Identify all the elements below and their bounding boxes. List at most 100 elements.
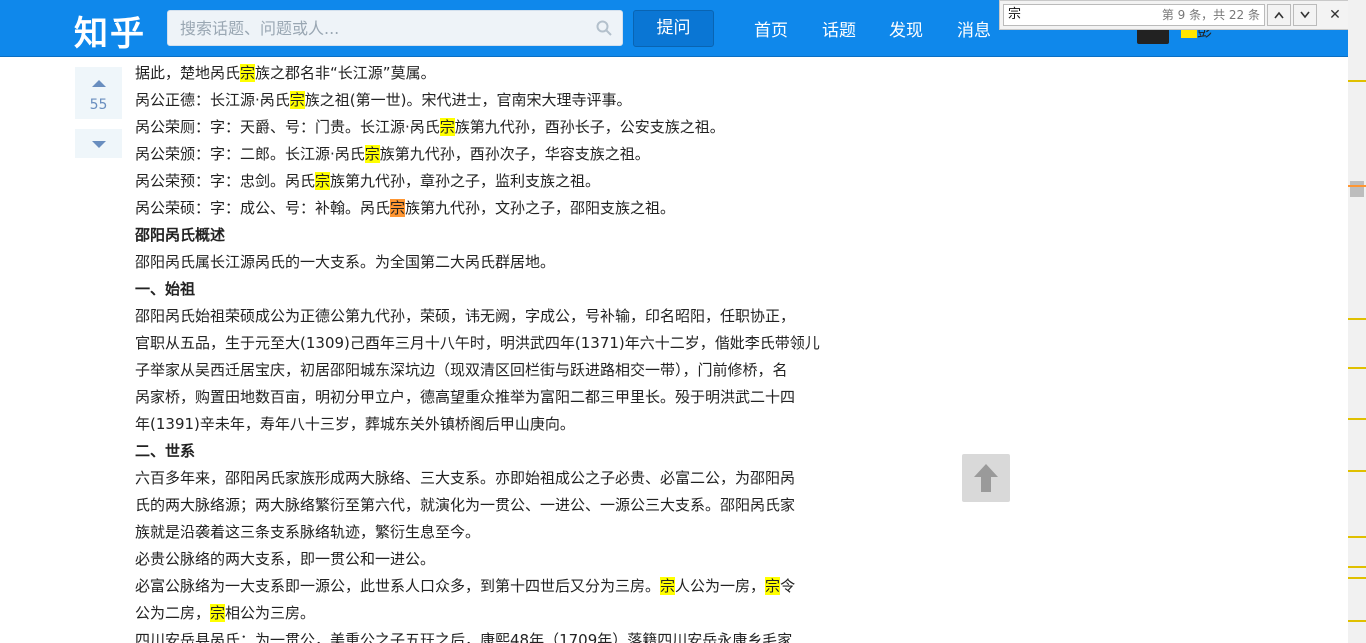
find-marker	[1348, 470, 1366, 472]
arrow-up-icon	[92, 80, 106, 87]
find-marker	[1348, 318, 1366, 320]
find-highlight: 宗	[315, 172, 331, 190]
text-span: 邵阳呙氏始祖荣硕成公为正德公第九代孙，荣硕，讳无阙，字成公，号补输，印名昭阳，任…	[135, 307, 796, 325]
chevron-up-icon	[1274, 11, 1284, 19]
text-span: 相公为三房。	[225, 604, 316, 622]
find-highlight-current: 宗	[390, 199, 406, 217]
text-span: 一、始祖	[135, 280, 196, 298]
text-span: 族第九代孙，章孙之子，监利支族之祖。	[330, 172, 601, 190]
scrollbar-thumb[interactable]	[1350, 181, 1364, 197]
text-span: 族之郡名非“长江源”莫属。	[255, 64, 436, 82]
find-marker-current	[1348, 185, 1366, 187]
text-span: 呙公荣厕：字：天爵、号：门贵。长江源·呙氏	[135, 118, 440, 136]
find-marker	[1348, 367, 1366, 369]
text-span: 必贵公脉络的两大支系，即一贯公和一进公。	[135, 550, 436, 568]
page-scrollbar[interactable]	[1348, 0, 1366, 643]
nav-explore[interactable]: 发现	[889, 16, 923, 41]
find-highlight: 宗	[240, 64, 256, 82]
text-span: 氏的两大脉络源；两大脉络繁衍至第六代，就演化为一贯公、一进公、一源公三大支系。邵…	[135, 496, 796, 514]
text-span: 令	[780, 577, 796, 595]
arrow-down-icon	[92, 141, 106, 148]
content-line: 氏的两大脉络源；两大脉络繁衍至第六代，就演化为一贯公、一进公、一源公三大支系。邵…	[135, 492, 875, 519]
vote-count: 55	[89, 97, 108, 113]
content-line: 邵阳呙氏属长江源呙氏的一大支系。为全国第二大呙氏群居地。	[135, 249, 875, 276]
find-highlight: 宗	[439, 118, 455, 136]
text-span: 子举家从吴西迁居宝庆，初居邵阳城东深坑边（现双清区回栏街与跃进路相交一带），门前…	[135, 361, 788, 379]
content-line: 呙公荣硕：字：成公、号：补翰。呙氏宗族第九代孙，文孙之子，邵阳支族之祖。	[135, 195, 875, 222]
content-line: 呙家桥，购置田地数百亩，明初分甲立户，德高望重众推举为富阳二都三甲里长。殁于明洪…	[135, 384, 875, 411]
find-next-button[interactable]	[1293, 4, 1317, 26]
find-highlight: 宗	[364, 145, 380, 163]
content-line: 官职从五品，生于元至大(1309)己酉年三月十八午时，明洪武四年(1371)年六…	[135, 330, 875, 357]
find-match-count: 第 9 条，共 22 条	[1161, 8, 1260, 22]
section-heading: 二、世系	[135, 438, 875, 465]
text-span: 呙公荣颁：字：二郎。长江源·呙氏	[135, 145, 365, 163]
find-highlight: 宗	[765, 577, 781, 595]
find-previous-button[interactable]	[1267, 4, 1291, 26]
find-marker	[1348, 566, 1366, 568]
downvote-button[interactable]	[75, 129, 122, 158]
content-line: 呙公荣厕：字：天爵、号：门贵。长江源·呙氏宗族第九代孙，酉孙长子，公安支族之祖。	[135, 114, 875, 141]
nav-topics[interactable]: 话题	[822, 16, 856, 41]
text-span: 二、世系	[135, 442, 196, 460]
search-input[interactable]	[168, 11, 612, 45]
content-line: 六百多年来，邵阳呙氏家族形成两大脉络、三大支系。亦即始祖成公之子必贵、必富二公，…	[135, 465, 875, 492]
text-span: 据此，楚地呙氏	[135, 64, 241, 82]
find-query: 宗	[1008, 7, 1022, 22]
content-line: 邵阳呙氏始祖荣硕成公为正德公第九代孙，荣硕，讳无阙，字成公，号补输，印名昭阳，任…	[135, 303, 875, 330]
text-span: 官职从五品，生于元至大(1309)己酉年三月十八午时，明洪武四年(1371)年六…	[135, 334, 820, 352]
section-heading: 一、始祖	[135, 276, 875, 303]
content-line: 呙公荣颁：字：二郎。长江源·呙氏宗族第九代孙，酉孙次子，华容支族之祖。	[135, 141, 875, 168]
text-span: 六百多年来，邵阳呙氏家族形成两大脉络、三大支系。亦即始祖成公之子必贵、必富二公，…	[135, 469, 796, 487]
find-close-button[interactable]: ✕	[1326, 5, 1344, 25]
content-line: 必富公脉络为一大支系即一源公，此世系人口众多，到第十四世后又分为三房。 宗人公为一…	[135, 573, 875, 600]
answer-content: 据此，楚地呙氏宗族之郡名非“长江源”莫属。 呙公正德：长江源·呙氏宗族之祖(第一世…	[135, 60, 875, 643]
text-span: 呙公正德：长江源·呙氏	[135, 91, 290, 109]
find-marker	[1348, 620, 1366, 622]
content-line: 呙公正德：长江源·呙氏宗族之祖(第一世)。宋代进士，官南宋大理寺评事。	[135, 87, 875, 114]
content-line: 呙公荣预：字：忠剑。呙氏宗族第九代孙，章孙之子，监利支族之祖。	[135, 168, 875, 195]
content-line: 子举家从吴西迁居宝庆，初居邵阳城东深坑边（现双清区回栏街与跃进路相交一带），门前…	[135, 357, 875, 384]
text-span: 邵阳呙氏概述	[135, 226, 226, 244]
text-span: 族第九代孙，酉孙长子，公安支族之祖。	[454, 118, 725, 136]
find-highlight: 宗	[210, 604, 226, 622]
content-line: 年(1391)辛未年，寿年八十三岁，葬城东关外镇桥阁后甲山庚向。	[135, 411, 875, 438]
arrow-up-icon	[974, 464, 998, 492]
text-span: 邵阳呙氏属长江源呙氏的一大支系。为全国第二大呙氏群居地。	[135, 253, 556, 271]
text-span: 族第九代孙，文孙之子，邵阳支族之祖。	[405, 199, 676, 217]
back-to-top-button[interactable]	[962, 454, 1010, 502]
text-span: 年(1391)辛未年，寿年八十三岁，葬城东关外镇桥阁后甲山庚向。	[135, 415, 575, 433]
text-span: 呙公荣硕：字：成公、号：补翰。呙氏	[135, 199, 391, 217]
find-marker	[1348, 418, 1366, 420]
text-span: 族之祖(第一世)。宋代进士，官南宋大理寺评事。	[304, 91, 632, 109]
find-marker	[1348, 536, 1366, 538]
search-box[interactable]	[167, 10, 623, 46]
nav-home[interactable]: 首页	[754, 16, 788, 41]
search-icon[interactable]	[596, 20, 612, 36]
zhihu-logo[interactable]: 知乎	[74, 6, 146, 55]
text-span: 人公为一房，	[675, 577, 766, 595]
content-line: 据此，楚地呙氏宗族之郡名非“长江源”莫属。	[135, 60, 875, 87]
content-line: 四川安岳县呙氏：为一贯公，美重公之子五玨之后，康熙48年（1709年）落籍四川安…	[135, 627, 875, 643]
ask-question-button[interactable]: 提问	[633, 10, 714, 47]
text-span: 呙公荣预：字：忠剑。呙氏	[135, 172, 316, 190]
text-span: 族第九代孙，酉孙次子，华容支族之祖。	[379, 145, 650, 163]
text-span: 呙家桥，购置田地数百亩，明初分甲立户，德高望重众推举为富阳二都三甲里长。殁于明洪…	[135, 388, 796, 406]
nav-messages[interactable]: 消息	[957, 16, 991, 41]
content-line: 必贵公脉络的两大支系，即一贯公和一进公。	[135, 546, 875, 573]
chevron-down-icon	[1300, 11, 1310, 19]
text-span: 公为二房，	[135, 604, 211, 622]
find-marker	[1348, 577, 1366, 579]
find-input[interactable]: 宗 第 9 条，共 22 条	[1003, 4, 1265, 26]
text-span: 必富公脉络为一大支系即一源公，此世系人口众多，到第十四世后又分为三房。	[135, 577, 661, 595]
find-bar: 宗 第 9 条，共 22 条 ✕	[999, 0, 1349, 30]
close-icon: ✕	[1329, 7, 1341, 23]
text-span: 四川安岳县呙氏：为一贯公，美重公之子五玨之后，康熙48年（1709年）落籍四川安…	[135, 631, 793, 643]
find-highlight: 宗	[289, 91, 305, 109]
find-marker	[1348, 80, 1366, 82]
content-line: 族就是沿袭着这三条支系脉络轨迹，繁衍生息至今。	[135, 519, 875, 546]
content-line: 公为二房，宗相公为三房。	[135, 600, 875, 627]
section-heading: 邵阳呙氏概述	[135, 222, 875, 249]
upvote-button[interactable]: 55	[75, 67, 122, 119]
text-span: 族就是沿袭着这三条支系脉络轨迹，繁衍生息至今。	[135, 523, 481, 541]
